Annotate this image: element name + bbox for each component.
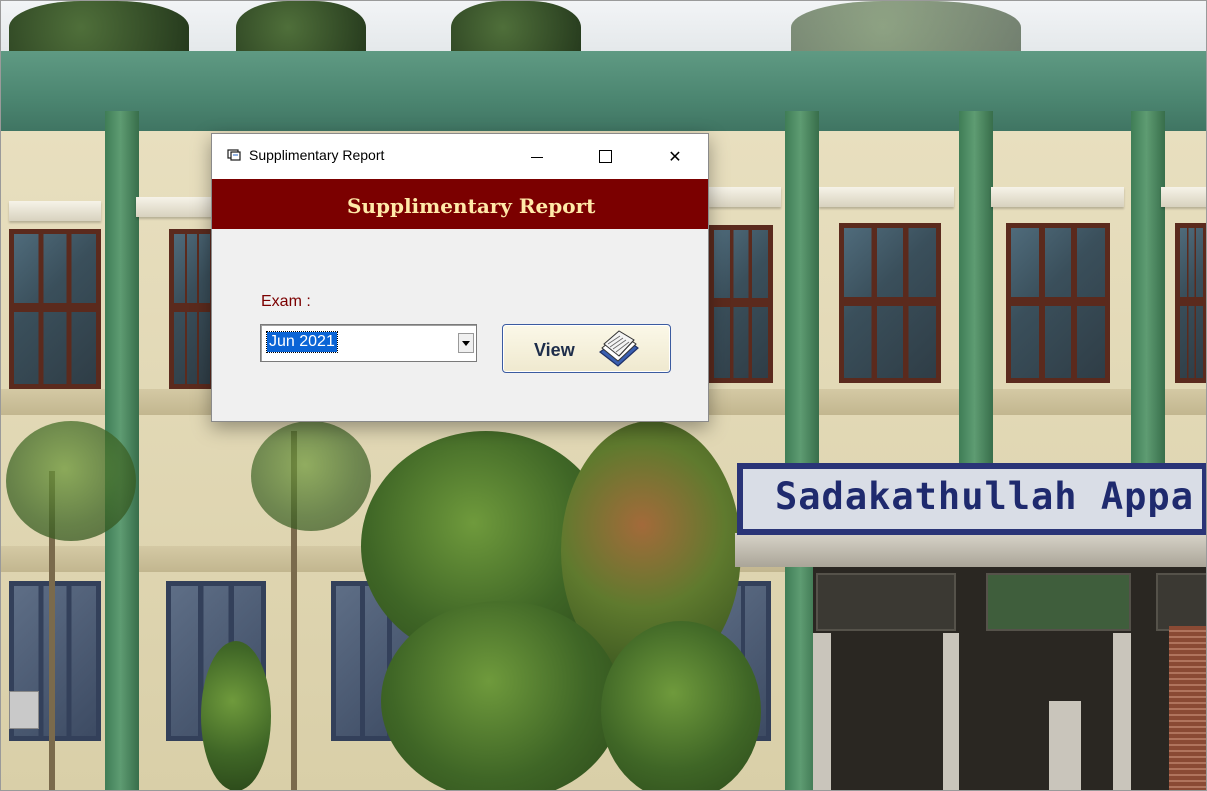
window-sill [819,187,954,207]
exam-select[interactable]: Jun 2021 [260,324,477,362]
supplimentary-report-window: Supplimentary Report ✕ Supplimentary Rep… [211,133,709,422]
door-frame [813,633,831,790]
window [709,225,773,383]
chevron-down-icon [462,340,470,346]
door-frame [1113,633,1131,790]
book-icon [599,330,639,367]
shrub [601,621,761,790]
brick-panel [1169,626,1206,790]
exam-dropdown-button[interactable] [458,333,474,353]
door-frame [943,633,959,790]
shrub [381,601,621,790]
close-button[interactable]: ✕ [652,134,698,179]
close-icon: ✕ [668,148,682,166]
signboard-text: Sadakathullah Appa C [775,475,1207,518]
maximize-icon [598,150,612,163]
window-sill [136,197,216,217]
window-title: Supplimentary Report [249,147,385,163]
window-sill [1161,187,1206,207]
shrub [201,641,271,790]
palm-leaves [251,421,371,531]
header-band: Supplimentary Report [212,179,708,229]
air-conditioner [9,691,39,729]
window [169,229,215,389]
window [839,223,941,383]
window [9,229,101,389]
window-sill [991,187,1124,207]
header-title: Supplimentary Report [347,194,596,218]
doorway-light [1049,701,1081,790]
view-button[interactable]: View [502,324,671,373]
window [1006,223,1110,383]
exam-label: Exam : [261,293,311,310]
window [1175,223,1206,383]
college-signboard: Sadakathullah Appa C [737,463,1207,535]
window-sill [9,201,101,221]
notice-board [986,573,1131,631]
minimize-button[interactable] [514,134,560,179]
entrance-canopy [735,533,1206,567]
notice-board [816,573,956,631]
view-button-label: View [534,340,575,360]
title-bar[interactable]: Supplimentary Report ✕ [212,134,708,179]
exam-selected-value: Jun 2021 [266,331,338,353]
maximize-button[interactable] [582,134,628,179]
minimize-icon [531,157,543,158]
building-cornice [1,51,1206,133]
palm-leaves [6,421,136,541]
report-window-icon [227,149,241,161]
window-sill [709,187,781,207]
notice-board [1156,573,1206,631]
